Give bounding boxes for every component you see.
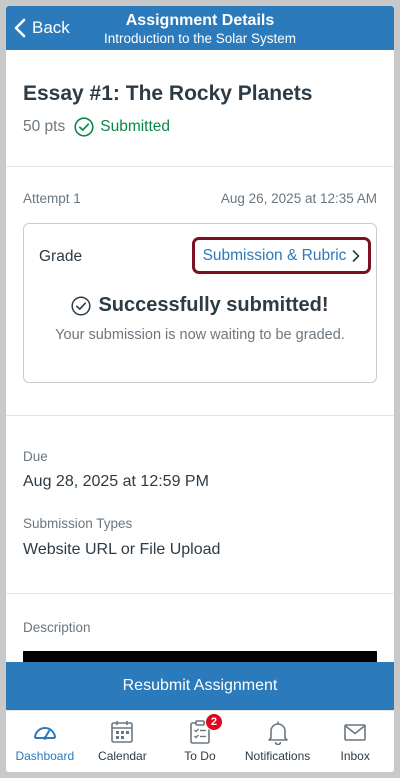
header-titles: Assignment Details Introduction to the S… — [86, 11, 314, 47]
success-row: Successfully submitted! — [24, 294, 376, 317]
navigation-bar: Back Assignment Details Introduction to … — [6, 6, 394, 50]
attempt-label: Attempt 1 — [23, 191, 81, 206]
tab-bar: Dashboard Calendar 2 To Do Notifications… — [6, 710, 394, 772]
tab-notifications[interactable]: Notifications — [239, 711, 317, 772]
course-subtitle: Introduction to the Solar System — [103, 31, 297, 46]
submission-types-value: Website URL or File Upload — [23, 541, 221, 558]
tab-label: To Do — [184, 749, 216, 763]
back-label: Back — [32, 18, 70, 37]
tab-label: Inbox — [340, 749, 370, 763]
inbox-icon — [344, 724, 366, 741]
submission-status: Submitted — [100, 118, 171, 135]
divider — [6, 166, 394, 167]
submission-rubric-link[interactable]: Submission & Rubric — [192, 237, 371, 274]
divider — [6, 593, 394, 594]
divider — [6, 415, 394, 416]
tab-todo[interactable]: 2 To Do — [161, 711, 239, 772]
description-label: Description — [23, 620, 91, 635]
tab-label: Calendar — [98, 749, 147, 763]
tab-label: Dashboard — [15, 749, 75, 763]
tab-calendar[interactable]: Calendar — [84, 711, 162, 772]
check-circle-icon — [71, 295, 92, 316]
grade-label: Grade — [39, 248, 83, 265]
calendar-icon — [111, 721, 134, 743]
due-date: Aug 28, 2025 at 12:59 PM — [23, 473, 209, 490]
dashboard-icon — [33, 727, 56, 740]
bell-icon — [267, 721, 288, 745]
due-label: Due — [23, 449, 48, 464]
attempt-date: Aug 26, 2025 at 12:35 AM — [220, 191, 377, 206]
points-value: 50 pts — [23, 118, 66, 135]
back-button[interactable]: Back — [14, 6, 70, 50]
submission-rubric-label: Submission & Rubric — [202, 246, 347, 264]
assignment-details-content[interactable]: Essay #1: The Rocky Planets 50 pts Submi… — [6, 50, 394, 662]
submission-types-label: Submission Types — [23, 516, 133, 531]
tab-label: Notifications — [244, 749, 311, 763]
tab-dashboard[interactable]: Dashboard — [6, 711, 84, 772]
todo-count-badge: 2 — [204, 713, 223, 731]
resubmit-assignment-button[interactable]: Resubmit Assignment — [6, 662, 394, 710]
chevron-right-icon — [353, 249, 360, 262]
check-circle-icon — [74, 117, 94, 137]
tab-inbox[interactable]: Inbox — [316, 711, 394, 772]
success-title: Successfully submitted! — [98, 294, 329, 316]
points-status-row: 50 pts Submitted — [23, 117, 170, 137]
app-screen: Back Assignment Details Introduction to … — [6, 6, 394, 772]
chevron-left-icon — [14, 18, 26, 38]
success-message: Your submission is now waiting to be gra… — [55, 327, 345, 343]
description-content — [23, 651, 377, 662]
grade-card: Grade Submission & Rubric Successfully s… — [23, 223, 377, 383]
assignment-title: Essay #1: The Rocky Planets — [23, 82, 313, 105]
page-title: Assignment Details — [125, 12, 275, 29]
